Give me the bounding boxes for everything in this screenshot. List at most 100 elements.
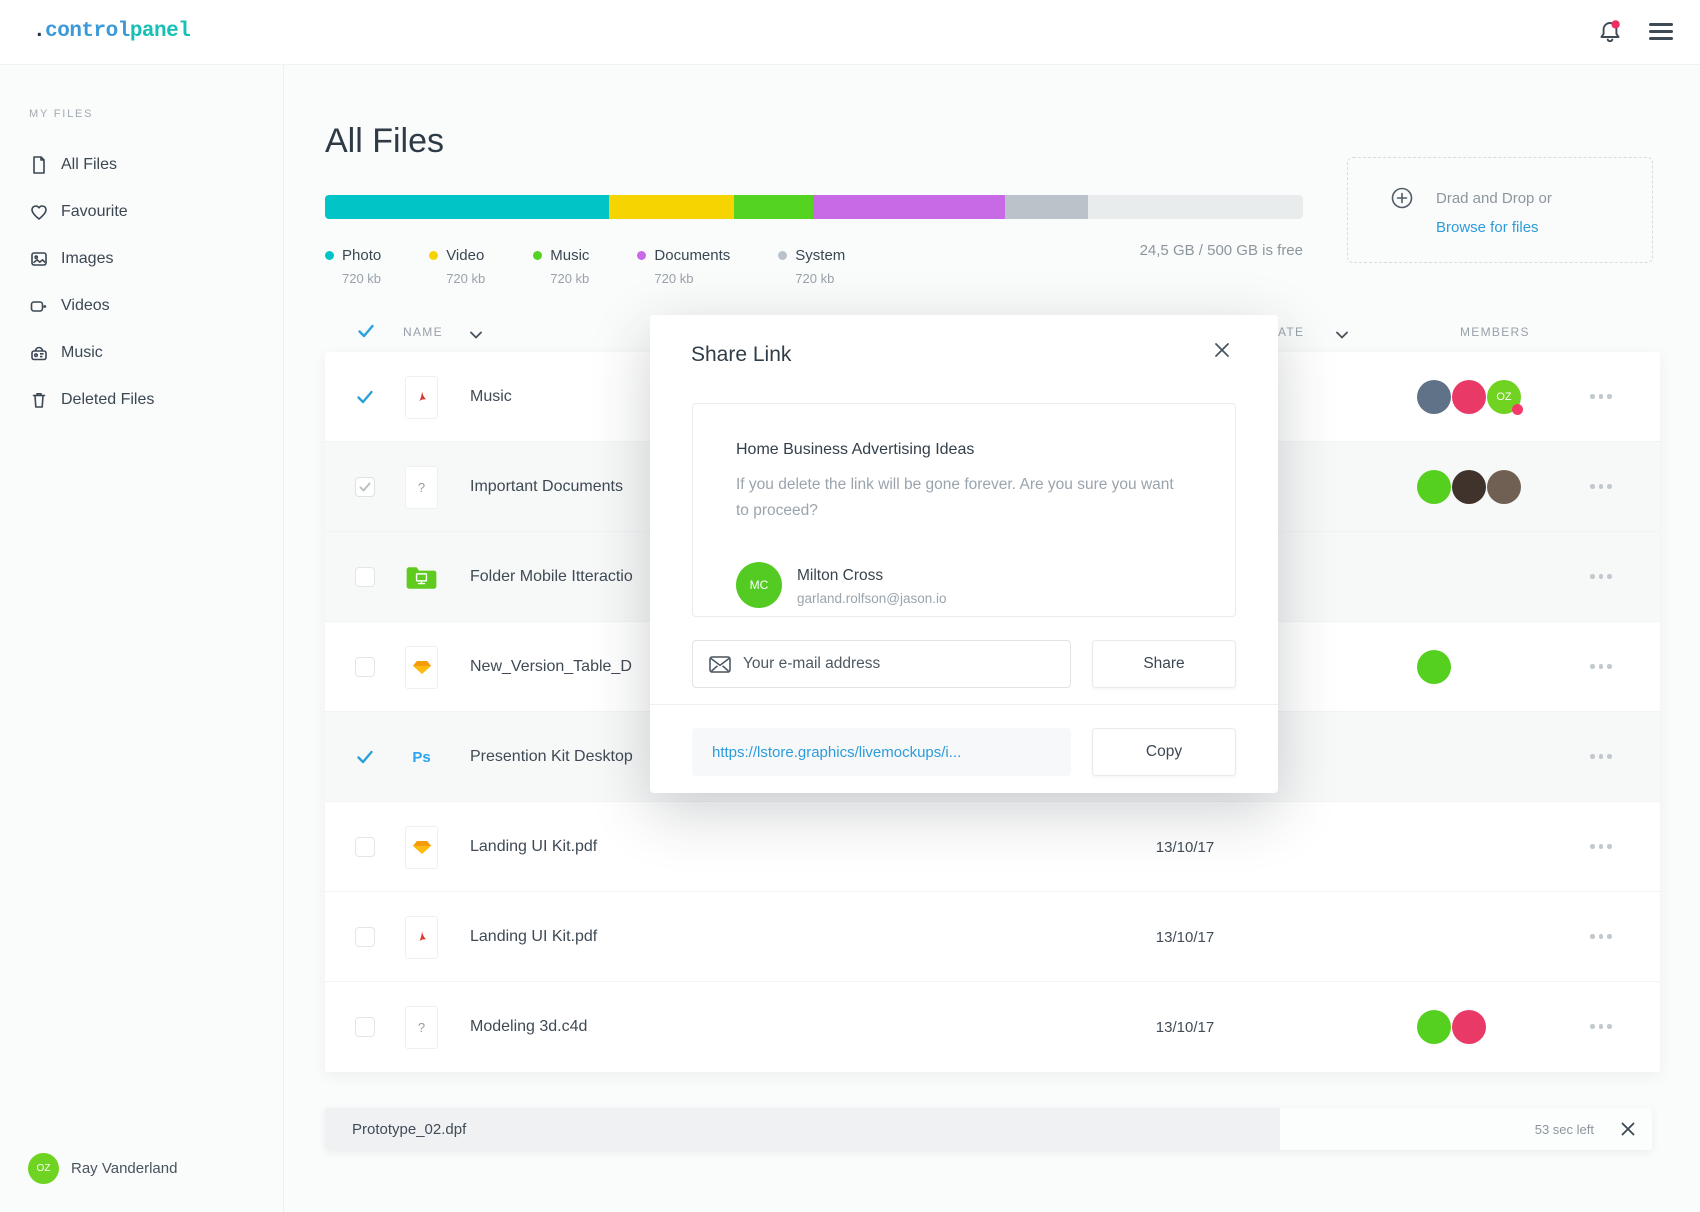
folder-icon [405, 556, 438, 599]
video-camera-icon [29, 296, 49, 316]
share-button[interactable]: Share [1092, 640, 1236, 688]
storage-segment [609, 195, 734, 219]
sidebar-item-label: Images [61, 250, 113, 268]
photo-tan-avatar [1487, 470, 1521, 504]
image-icon [29, 249, 49, 269]
sidebar-item-label: All Files [61, 156, 117, 174]
member-avatars [1417, 1010, 1486, 1044]
row-menu-dots[interactable] [1590, 754, 1612, 759]
app-logo[interactable]: .controlpanel [33, 20, 190, 43]
sidebar-divider [283, 65, 284, 1212]
select-all-checkbox[interactable] [356, 321, 376, 341]
cancel-upload-icon[interactable] [1620, 1121, 1636, 1137]
sidebar-item-videos[interactable]: Videos [0, 282, 283, 329]
browse-for-files-link[interactable]: Browse for files [1436, 219, 1539, 236]
row-checkbox-unchecked[interactable] [355, 657, 375, 677]
legend-item: Photo720 kb [325, 247, 381, 286]
contact-avatar: MC [736, 562, 782, 608]
close-icon[interactable] [1213, 341, 1231, 359]
frog-avatar [1417, 1010, 1451, 1044]
shared-file-panel: Home Business Advertising Ideas If you d… [692, 403, 1236, 617]
copy-button[interactable]: Copy [1092, 728, 1236, 776]
sidebar-item-favourite[interactable]: Favourite [0, 188, 283, 235]
sidebar-item-deleted-files[interactable]: Deleted Files [0, 376, 283, 423]
sidebar-item-all-files[interactable]: All Files [0, 141, 283, 188]
chevron-down-icon[interactable] [1336, 331, 1348, 339]
share-link-box: https://lstore.graphics/livemockups/i... [692, 728, 1071, 776]
photo-dark-avatar [1452, 470, 1486, 504]
row-checkbox-unchecked[interactable] [355, 837, 375, 857]
share-link-url[interactable]: https://lstore.graphics/livemockups/i... [712, 744, 961, 761]
row-menu-dots[interactable] [1590, 394, 1612, 399]
storage-segment [1005, 195, 1088, 219]
sketch-file-icon [405, 646, 438, 689]
row-menu-dots[interactable] [1590, 1024, 1612, 1029]
row-checkbox-checked-gray[interactable] [355, 477, 375, 497]
row-menu-dots[interactable] [1590, 934, 1612, 939]
unknown-file-icon: ? [405, 1006, 438, 1049]
storage-bar [325, 195, 1303, 219]
current-user[interactable]: OZ Ray Vanderland [28, 1153, 177, 1184]
file-name: Modeling 3d.c4d [470, 982, 587, 1072]
row-checkbox-checked[interactable] [355, 387, 375, 407]
sketch-file-icon [405, 826, 438, 869]
heart-icon [29, 202, 49, 222]
column-header-members: MEMBERS [1460, 325, 1530, 339]
file-name: New_Version_Table_D [470, 622, 632, 712]
file-name: Landing UI Kit.pdf [470, 802, 597, 892]
menu-hamburger-icon[interactable] [1649, 23, 1673, 40]
ladybug-avatar [1452, 380, 1486, 414]
radio-icon [29, 343, 49, 363]
frog-avatar [1417, 470, 1451, 504]
row-menu-dots[interactable] [1590, 574, 1612, 579]
contact-name: Milton Cross [797, 567, 883, 585]
notification-badge [1611, 20, 1619, 28]
dropzone-text: Drad and Drop or [1436, 190, 1552, 207]
storage-free-label: 24,5 GB / 500 GB is free [1050, 242, 1303, 259]
storage-segment [813, 195, 1005, 219]
table-row[interactable]: Landing UI Kit.pdf 13/10/17 [325, 892, 1660, 982]
row-checkbox-unchecked[interactable] [355, 1017, 375, 1037]
column-header-name[interactable]: NAME [403, 325, 443, 339]
legend-item: System720 kb [778, 247, 845, 286]
envelope-icon [709, 656, 731, 673]
photo-blue-avatar [1417, 380, 1451, 414]
upload-filename: Prototype_02.dpf [352, 1108, 466, 1150]
oz-avatar: OZ [1487, 380, 1521, 414]
row-checkbox-checked[interactable] [355, 747, 375, 767]
row-menu-dots[interactable] [1590, 484, 1612, 489]
row-menu-dots[interactable] [1590, 844, 1612, 849]
share-warning-text: If you delete the link will be gone fore… [736, 472, 1184, 524]
contact-email: garland.rolfson@jason.io [797, 591, 947, 606]
file-date: 13/10/17 [1125, 802, 1245, 892]
frog-avatar [1417, 650, 1451, 684]
file-name: Important Documents [470, 442, 623, 532]
file-name: Music [470, 352, 512, 442]
page-title: All Files [325, 122, 444, 161]
notifications-bell-icon[interactable] [1596, 18, 1624, 46]
sidebar-item-label: Music [61, 344, 103, 362]
file-name: Presention Kit Desktop [470, 712, 633, 802]
file-date: 13/10/17 [1125, 982, 1245, 1072]
table-row[interactable]: Landing UI Kit.pdf 13/10/17 [325, 802, 1660, 892]
file-dropzone[interactable]: Drad and Drop or Browse for files [1347, 157, 1653, 263]
email-input[interactable] [743, 642, 1063, 686]
table-row[interactable]: ? Modeling 3d.c4d 13/10/17 [325, 982, 1660, 1072]
share-link-modal: Share Link Home Business Advertising Ide… [650, 315, 1278, 793]
sidebar-item-music[interactable]: Music [0, 329, 283, 376]
row-checkbox-unchecked[interactable] [355, 567, 375, 587]
storage-free-segment [1088, 195, 1303, 219]
upload-progress-fill [325, 1108, 1280, 1150]
sidebar-item-label: Deleted Files [61, 391, 154, 409]
sidebar-item-images[interactable]: Images [0, 235, 283, 282]
member-avatars [1417, 470, 1521, 504]
user-avatar: OZ [28, 1153, 59, 1184]
row-checkbox-unchecked[interactable] [355, 927, 375, 947]
row-menu-dots[interactable] [1590, 664, 1612, 669]
upload-time-left: 53 sec left [1535, 1108, 1594, 1150]
storage-segment [734, 195, 813, 219]
chevron-down-icon[interactable] [470, 331, 482, 339]
member-avatars: OZ [1417, 380, 1521, 414]
pdf-file-icon [405, 916, 438, 959]
legend-item: Music720 kb [533, 247, 589, 286]
